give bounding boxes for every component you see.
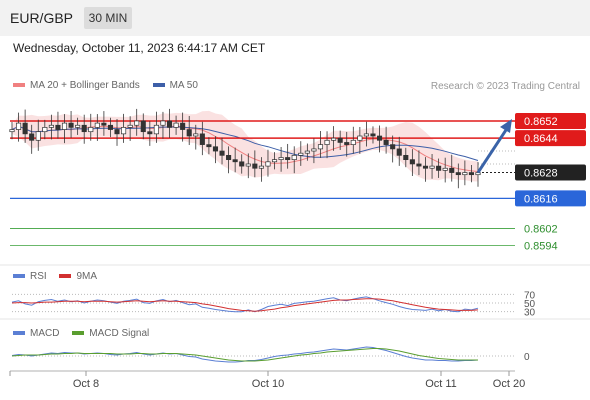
candle-body	[107, 124, 114, 130]
candle-body	[252, 163, 258, 169]
macd-tick-label: 0	[524, 352, 530, 363]
candle-body	[127, 124, 133, 128]
candle-body	[134, 120, 140, 126]
candle-body	[68, 122, 74, 128]
candle-body	[337, 137, 343, 143]
candle-body	[449, 167, 455, 173]
candle-body	[436, 165, 442, 171]
rsi-ma-line	[11, 298, 479, 312]
candle-body	[396, 148, 402, 156]
x-axis-tick-label: Oct 8	[73, 378, 99, 390]
candle-body	[147, 131, 153, 135]
candle-body	[153, 124, 159, 135]
candle-body	[403, 155, 409, 161]
candle-body	[16, 122, 22, 130]
candle-body	[429, 165, 435, 169]
candle-body	[173, 122, 179, 128]
candle-body	[298, 152, 304, 156]
forecast-arrow-shaft	[476, 126, 510, 174]
macd-signal-line	[11, 348, 478, 362]
chart-canvas: 0.86520.86440.86280.86160.86020.85947050…	[0, 108, 590, 390]
candle-body	[212, 146, 219, 152]
macd-line	[11, 346, 479, 363]
candle-body	[29, 133, 35, 141]
candle-body	[370, 133, 376, 137]
candle-body	[219, 150, 225, 156]
candle-body	[291, 155, 297, 161]
candle-body	[48, 124, 54, 128]
candle-body	[462, 172, 468, 176]
candle-body	[239, 161, 245, 167]
candle-body	[186, 129, 192, 137]
candle-body	[101, 122, 107, 126]
candle-body	[258, 165, 264, 169]
candle-body	[304, 150, 310, 154]
candle-body	[81, 124, 87, 133]
level-label-current: 0.8628	[524, 168, 558, 180]
x-axis-tick-label: Oct 11	[425, 378, 457, 390]
candle-body	[193, 133, 199, 137]
x-axis-tick-label: Oct 20	[493, 378, 525, 390]
candle-body	[114, 129, 120, 135]
candle-body	[311, 148, 317, 152]
candle-body	[350, 139, 356, 145]
candle-body	[331, 137, 337, 141]
candle-body	[160, 120, 166, 126]
rsi-tick-label: 30	[524, 308, 536, 319]
candle-body	[285, 157, 291, 161]
level-label-support: 0.8616	[524, 193, 558, 205]
candle-body	[121, 127, 127, 135]
candle-body	[22, 122, 28, 135]
candle-body	[324, 139, 330, 145]
candle-body	[206, 144, 212, 148]
candle-body	[376, 135, 383, 141]
candle-body	[442, 167, 448, 171]
x-axis-tick-label: Oct 10	[252, 378, 284, 390]
candle-body	[468, 172, 474, 176]
candle-body	[180, 122, 186, 130]
candle-body	[416, 163, 422, 167]
candle-body	[166, 120, 173, 128]
candle-body	[383, 139, 389, 145]
candle-body	[245, 163, 251, 167]
candle-body	[42, 127, 48, 133]
candle-body	[344, 142, 350, 145]
level-label-resistance: 0.8652	[524, 116, 558, 128]
candle-body	[35, 131, 41, 141]
candle-body	[199, 133, 205, 145]
candle-body	[455, 172, 461, 176]
candle-body	[363, 133, 369, 137]
level-label-target: 0.8602	[524, 223, 558, 235]
candle-body	[422, 165, 429, 169]
candle-body	[140, 120, 146, 133]
candle-body	[317, 144, 324, 150]
level-label-target: 0.8594	[524, 241, 558, 253]
candle-body	[55, 124, 61, 130]
candle-body	[88, 127, 94, 133]
level-label-resistance: 0.8644	[524, 133, 558, 145]
candle-body	[226, 155, 232, 161]
candle-body	[357, 135, 363, 141]
candle-body	[278, 157, 284, 161]
candle-body	[75, 124, 81, 128]
candle-body	[390, 144, 396, 150]
candle-body	[232, 159, 238, 163]
candle-body	[271, 159, 278, 163]
candle-body	[94, 122, 100, 128]
candle-body	[9, 129, 15, 133]
candle-body	[265, 161, 271, 167]
candle-body	[61, 122, 68, 130]
candle-body	[409, 159, 415, 165]
